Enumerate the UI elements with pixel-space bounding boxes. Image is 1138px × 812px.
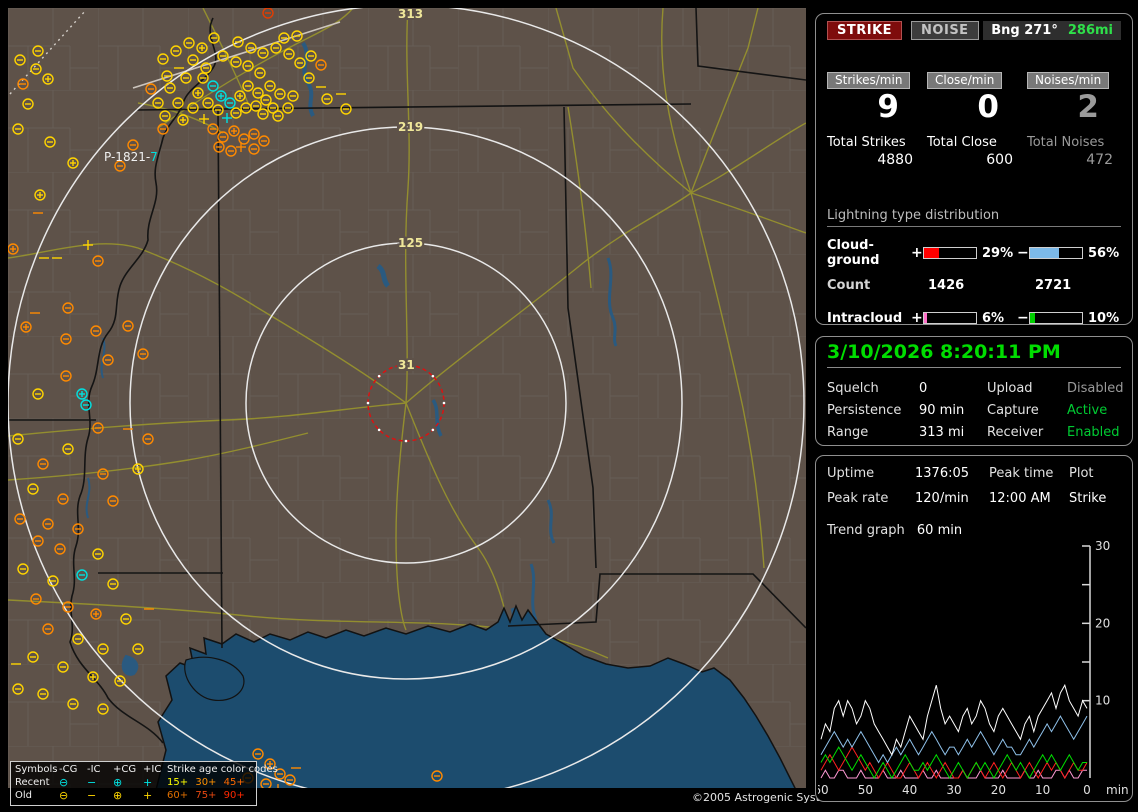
ic-pos-recent-icon: + [143, 776, 153, 789]
noise-mode-button[interactable]: NOISE [911, 21, 979, 40]
ic-positive-pct: 6% [982, 310, 1005, 326]
total-close-label: Total Close [927, 135, 997, 150]
total-strikes-label: Total Strikes [827, 135, 906, 150]
ic-positive-bar [923, 312, 977, 324]
plot-mode-value: Strike [1069, 491, 1107, 506]
strikes-per-min-value: 9 [877, 89, 899, 125]
strikes-per-min-column: Strikes/min 9 Total Strikes 4880 [827, 69, 921, 168]
strike-stats-panel: STRIKE NOISE Bng 271° 286mi Strikes/min 9… [815, 13, 1133, 351]
trend-panel: Uptime 1376:05 Peak time Plot Peak rate … [815, 455, 1133, 802]
total-noises-value: 472 [1086, 152, 1113, 168]
bearing-readout: Bng 271° 286mi [983, 21, 1121, 40]
uptime-value: 1376:05 [915, 466, 970, 481]
svg-text:40: 40 [902, 783, 917, 797]
intracloud-row: Intracloud + 6% − 10% [827, 310, 1121, 326]
svg-text:30: 30 [1095, 539, 1110, 553]
total-strikes-value: 4880 [877, 152, 913, 168]
noises-per-min-label: Noises/min [1027, 72, 1110, 89]
close-per-min-column: Close/min 0 Total Close 600 [927, 69, 1021, 168]
svg-text:min: min [1106, 783, 1129, 797]
svg-text:30: 30 [946, 783, 961, 797]
distribution-title: Lightning type distribution [827, 208, 1121, 227]
rate-counters: Strikes/min 9 Total Strikes 4880 Close/m… [827, 69, 1121, 168]
cg-negative-pct: 56% [1088, 245, 1120, 261]
svg-text:10: 10 [1035, 783, 1050, 797]
svg-text:20: 20 [991, 783, 1006, 797]
strike-mode-button[interactable]: STRIKE [827, 21, 903, 40]
ic-pos-old-icon: + [143, 789, 153, 802]
ic-negative-bar [1029, 312, 1083, 324]
svg-text:60: 60 [818, 783, 829, 797]
trend-graph: 10 20 30 60 50 40 30 20 10 0 min [818, 539, 1129, 797]
cg-neg-old-icon: ⊖ [59, 789, 69, 802]
status-panel: 3/10/2026 8:20:11 PM Squelch 0 Upload Di… [815, 336, 1133, 446]
persistence-value: 90 min [919, 403, 965, 418]
cg-positive-pct: 29% [982, 245, 1014, 261]
peak-rate-value: 120/min [915, 491, 969, 506]
noises-per-min-column: Noises/min 2 Total Noises 472 [1027, 69, 1121, 168]
bearing-value: Bng 271° [991, 23, 1058, 38]
legend-symbols-header: Symbols [15, 764, 58, 775]
cg-pos-recent-icon: ⊕ [113, 776, 123, 789]
map-legend: Symbols -CG -IC +CG +IC Strike age color… [10, 761, 278, 806]
capture-status: Active [1067, 403, 1108, 418]
upload-status: Disabled [1067, 381, 1124, 396]
cloud-ground-count-row: Count 1426 2721 [827, 278, 1121, 293]
ic-neg-old-icon: − [87, 789, 97, 802]
legend-row-recent: Recent ⊖ − ⊕ + 15+ 30+ 45+ [15, 776, 245, 789]
cg-positive-bar [923, 247, 977, 259]
svg-text:219: 219 [398, 120, 423, 134]
cg-negative-bar [1029, 247, 1083, 259]
range-value: 313 mi [919, 425, 965, 440]
receiver-status: Enabled [1067, 425, 1120, 440]
close-per-min-label: Close/min [927, 72, 1003, 89]
svg-text:20: 20 [1095, 616, 1110, 630]
close-per-min-value: 0 [977, 89, 999, 125]
cg-negative-count: 2721 [1035, 278, 1072, 293]
total-close-value: 600 [986, 152, 1013, 168]
cloud-ground-label: Cloud-ground [827, 238, 880, 268]
svg-text:125: 125 [398, 236, 423, 250]
lightning-map[interactable]: 313 219 125 31 P-1821-7 [8, 8, 806, 788]
svg-text:10: 10 [1095, 694, 1110, 708]
total-noises-label: Total Noises [1027, 135, 1105, 150]
ic-negative-pct: 10% [1088, 310, 1120, 326]
cg-positive-count: 1426 [928, 278, 965, 293]
cg-neg-recent-icon: ⊖ [59, 776, 69, 789]
strikes-per-min-label: Strikes/min [827, 72, 911, 89]
svg-text:313: 313 [398, 8, 423, 21]
ic-neg-recent-icon: − [87, 776, 97, 789]
cg-pos-old-icon: ⊕ [113, 789, 123, 802]
peak-time-value: 12:00 AM [989, 491, 1051, 506]
noises-per-min-value: 2 [1077, 89, 1099, 125]
legend-age-header: Strike age color codes [167, 764, 278, 775]
cloud-ground-row: Cloud-ground + 29% − 56% [827, 238, 1121, 268]
distance-value: 286mi [1067, 23, 1113, 38]
svg-text:31: 31 [398, 358, 415, 372]
squelch-value: 0 [919, 381, 928, 396]
svg-text:0: 0 [1083, 783, 1091, 797]
svg-text:50: 50 [858, 783, 873, 797]
legend-row-old: Old ⊖ − ⊕ + 60+ 75+ 90+ [15, 789, 245, 802]
intracloud-label: Intracloud [827, 310, 903, 326]
map-canvas: 313 219 125 31 P-1821-7 [8, 8, 806, 788]
storm-cell-label: P-1821-7 [104, 150, 158, 164]
datetime-display: 3/10/2026 8:20:11 PM [827, 339, 1121, 368]
